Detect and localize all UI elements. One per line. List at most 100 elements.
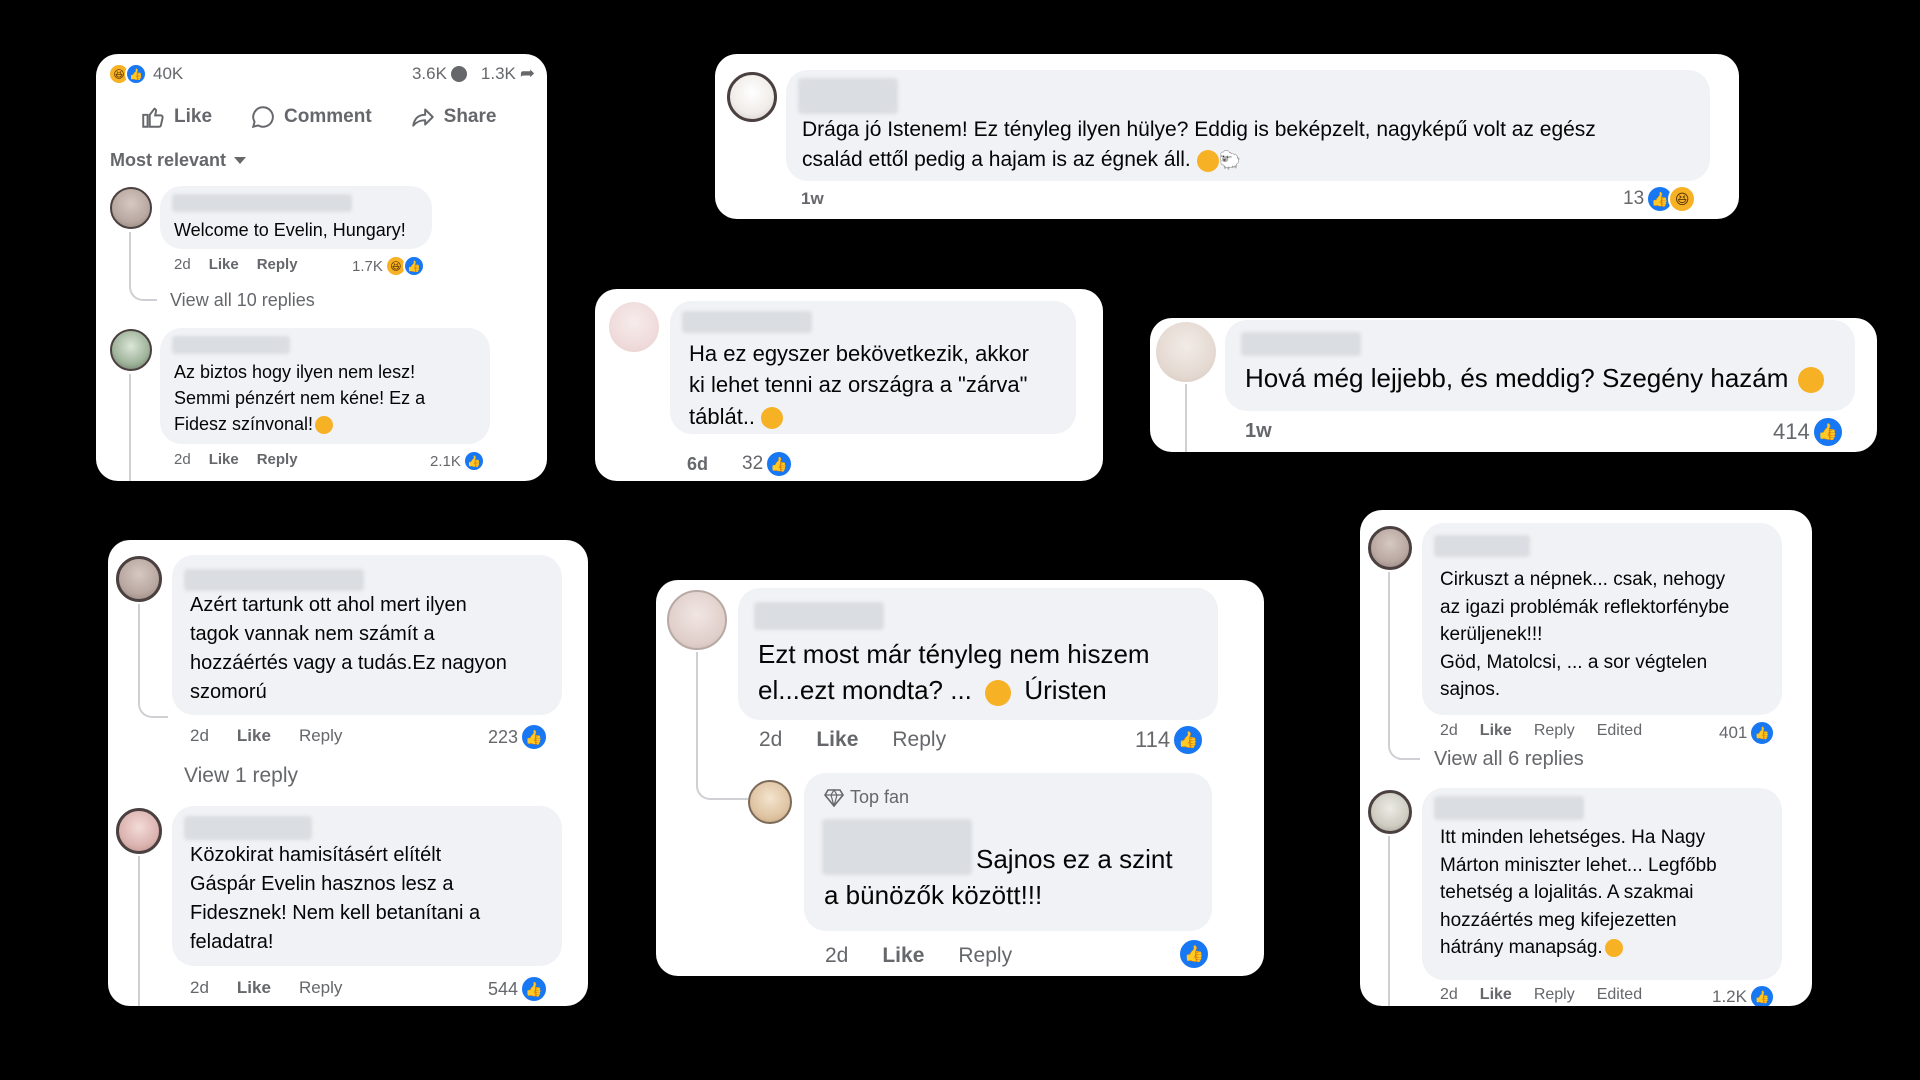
thread-line [1388, 572, 1420, 760]
author-name-redacted [172, 336, 290, 354]
comment-reactions[interactable]: 401 👍 [1719, 720, 1776, 746]
comment-like-button[interactable]: Like [209, 256, 239, 273]
view-replies-link[interactable]: View all 10 replies [170, 290, 315, 311]
share-icon: ➦ [519, 63, 535, 83]
reply-bubble: Top fan Sajnos ez a szint a bünözők közö… [804, 773, 1212, 931]
avatar[interactable] [1368, 526, 1412, 570]
comment-card: Hová még lejjebb, és meddig? Szegény haz… [1150, 318, 1877, 452]
avatar[interactable] [110, 329, 152, 371]
comment-reply-button[interactable]: Reply [257, 451, 298, 468]
like-icon: 👍 [462, 450, 485, 472]
haha-icon: 😆 [1668, 185, 1697, 213]
comment-reply-button[interactable]: Reply [299, 726, 342, 746]
reaction-summary[interactable]: 😆 👍 40K [108, 63, 183, 85]
crying-emoji-icon [761, 407, 784, 430]
comment-bubble: Drága jó Istenem! Ez tényleg ilyen hülye… [786, 70, 1710, 181]
comment-like-button[interactable]: Like [237, 978, 271, 998]
comment-text: Itt minden lehetséges. Ha Nagy Márton mi… [1440, 827, 1717, 959]
avatar[interactable] [727, 72, 777, 122]
avatar[interactable] [116, 556, 162, 602]
comment-text: Ezt most már tényleg nem hiszem el...ezt… [758, 639, 1150, 706]
thread-line [129, 232, 157, 301]
comment-button[interactable]: Comment [250, 104, 372, 130]
comment-reactions[interactable]: 32 👍 [742, 450, 794, 478]
thread-line [129, 374, 131, 481]
comment-text: Welcome to Evelin, Hungary! [174, 220, 406, 240]
comment-like-button[interactable]: Like [1480, 722, 1512, 740]
comment-text: Cirkuszt a népnek... csak, nehogy az iga… [1440, 569, 1730, 701]
author-name-redacted [1241, 332, 1361, 356]
comment-icon [450, 65, 467, 82]
comment-reactions[interactable]: 2.1K 👍 [430, 450, 485, 472]
comment-reply-button[interactable]: Reply [299, 978, 342, 998]
comment-reply-button[interactable]: Reply [257, 256, 298, 273]
comment-card: Drága jó Istenem! Ez tényleg ilyen hülye… [715, 54, 1739, 219]
avatar[interactable] [667, 590, 727, 650]
avatar[interactable] [1368, 790, 1412, 834]
grin-emoji-icon [315, 416, 334, 435]
comment-reactions[interactable]: 👍 [1178, 938, 1210, 970]
comment-text: Azért tartunk ott ahol mert ilyen tagok … [190, 594, 507, 703]
comment-bubble: Ha ez egyszer bekövetkezik, akkor ki leh… [670, 301, 1076, 434]
avatar[interactable] [1156, 322, 1216, 382]
crying-emoji-icon [1196, 149, 1219, 172]
comment-meta: 2d Like Reply Edited [1440, 722, 1643, 740]
like-icon: 👍 [1172, 724, 1205, 756]
view-replies-link[interactable]: View 1 reply [184, 764, 298, 788]
comment-like-button[interactable]: Like [237, 726, 271, 746]
comment-reactions[interactable]: 1.2K 👍 [1712, 984, 1775, 1006]
share-button[interactable]: Share [410, 104, 496, 130]
like-button[interactable]: Like [140, 104, 212, 130]
comment-reactions[interactable]: 544 👍 [488, 975, 549, 1003]
comment-meta: 2d Like Reply [190, 978, 343, 998]
comment-like-button[interactable]: Like [1480, 986, 1512, 1004]
caret-down-icon [234, 157, 247, 164]
comment-reply-button[interactable]: Reply [892, 728, 946, 752]
thumb-up-icon [142, 107, 164, 128]
comment-text: Közokirat hamisításért elítélt Gáspár Ev… [190, 844, 481, 953]
like-icon: 👍 [1811, 416, 1844, 448]
comment-time[interactable]: 1w [1245, 420, 1272, 443]
view-replies-link[interactable]: View all 6 replies [1434, 748, 1584, 771]
top-fan-badge[interactable]: Top fan [824, 787, 909, 808]
avatar[interactable] [609, 302, 659, 352]
edited-label: Edited [1596, 722, 1643, 739]
comment-time[interactable]: 1w [801, 189, 824, 209]
shares-count[interactable]: 1.3K ➦ [481, 63, 535, 84]
comment-reactions[interactable]: 114 👍 [1135, 724, 1205, 756]
thread-line [1388, 836, 1390, 1006]
author-name-redacted [184, 569, 364, 591]
post-card-reactions: 😆 👍 40K 3.6K 1.3K ➦ Like Comment Share M… [96, 54, 547, 481]
comment-reply-button[interactable]: Reply [1534, 986, 1575, 1004]
comment-like-button[interactable]: Like [882, 944, 924, 968]
like-icon: 👍 [520, 723, 549, 751]
comment-reply-button[interactable]: Reply [1534, 722, 1575, 740]
comment-text: a bünözők között!!! [824, 880, 1043, 910]
comment-thread-card: Cirkuszt a népnek... csak, nehogy az iga… [1360, 510, 1812, 1006]
comment-reactions[interactable]: 1.7K 😆 👍 [352, 255, 425, 277]
comment-text: Ha ez egyszer bekövetkezik, akkor ki leh… [689, 341, 1029, 430]
comment-like-button[interactable]: Like [816, 728, 858, 752]
comment-bubble: Itt minden lehetséges. Ha Nagy Márton mi… [1422, 788, 1782, 980]
comment-bubble: Welcome to Evelin, Hungary! [160, 186, 432, 249]
comment-time[interactable]: 6d [687, 454, 708, 475]
avatar[interactable] [110, 187, 152, 229]
sheep-emoji-icon: 🐑 [1218, 150, 1242, 171]
avatar[interactable] [748, 780, 792, 824]
comments-count[interactable]: 3.6K [412, 64, 467, 84]
comment-reply-button[interactable]: Reply [958, 944, 1012, 968]
edited-label: Edited [1596, 986, 1643, 1003]
comment-bubble: Az biztos hogy ilyen nem lesz! Semmi pén… [160, 328, 490, 444]
avatar[interactable] [116, 808, 162, 854]
sort-dropdown[interactable]: Most relevant [110, 150, 247, 171]
comment-bubble: Hová még lejjebb, és meddig? Szegény haz… [1225, 320, 1855, 411]
comment-bubble: Ezt most már tényleg nem hiszem el...ezt… [738, 588, 1218, 720]
sad-emoji-icon [985, 679, 1012, 706]
comment-reactions[interactable]: 13 👍 😆 [1623, 185, 1697, 213]
comment-like-button[interactable]: Like [209, 451, 239, 468]
reactions-total: 40K [153, 64, 184, 83]
comment-reactions[interactable]: 414 👍 [1773, 416, 1844, 448]
comment-meta: 2d Like Reply [825, 944, 1013, 968]
comment-reactions[interactable]: 223 👍 [488, 723, 549, 751]
comment-icon [251, 106, 274, 129]
